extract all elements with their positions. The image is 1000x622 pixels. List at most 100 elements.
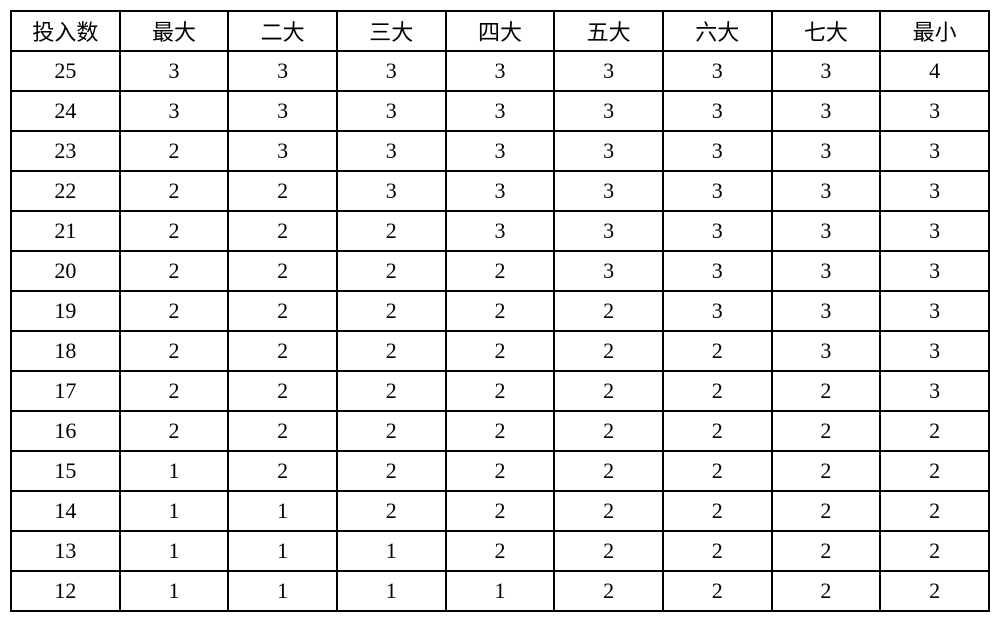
table-cell: 3 xyxy=(772,211,881,251)
table-cell: 3 xyxy=(446,91,555,131)
header-cell: 最大 xyxy=(120,11,229,51)
table-cell: 2 xyxy=(337,491,446,531)
table-row: 1622222222 xyxy=(11,411,989,451)
table-cell: 1 xyxy=(228,491,337,531)
table-cell: 3 xyxy=(663,171,772,211)
table-cell: 2 xyxy=(446,371,555,411)
table-cell: 2 xyxy=(337,251,446,291)
table-cell: 2 xyxy=(120,371,229,411)
table-row: 2533333334 xyxy=(11,51,989,91)
table-cell: 3 xyxy=(880,211,989,251)
table-cell: 2 xyxy=(880,571,989,611)
table-cell: 17 xyxy=(11,371,120,411)
table-cell: 3 xyxy=(880,171,989,211)
table-cell: 3 xyxy=(554,171,663,211)
table-cell: 3 xyxy=(337,131,446,171)
table-cell: 3 xyxy=(663,51,772,91)
table-cell: 2 xyxy=(663,331,772,371)
header-row: 投入数 最大 二大 三大 四大 五大 六大 七大 最小 xyxy=(11,11,989,51)
table-cell: 2 xyxy=(663,491,772,531)
table-body: 2533333334243333333323233333332222333333… xyxy=(11,51,989,611)
table-cell: 2 xyxy=(337,291,446,331)
table-cell: 2 xyxy=(228,371,337,411)
table-cell: 21 xyxy=(11,211,120,251)
table-cell: 2 xyxy=(772,451,881,491)
table-cell: 2 xyxy=(663,571,772,611)
table-cell: 2 xyxy=(663,531,772,571)
table-cell: 1 xyxy=(120,491,229,531)
table-cell: 3 xyxy=(772,91,881,131)
table-cell: 2 xyxy=(337,451,446,491)
table-cell: 23 xyxy=(11,131,120,171)
table-cell: 2 xyxy=(446,251,555,291)
table-cell: 2 xyxy=(337,331,446,371)
table-cell: 3 xyxy=(446,131,555,171)
table-cell: 3 xyxy=(880,291,989,331)
table-row: 1211112222 xyxy=(11,571,989,611)
table-cell: 20 xyxy=(11,251,120,291)
table-cell: 3 xyxy=(772,291,881,331)
table-cell: 2 xyxy=(554,291,663,331)
table-cell: 3 xyxy=(880,331,989,371)
table-row: 2122233333 xyxy=(11,211,989,251)
table-cell: 1 xyxy=(228,571,337,611)
table-cell: 2 xyxy=(228,251,337,291)
table-cell: 2 xyxy=(446,291,555,331)
table-cell: 2 xyxy=(772,371,881,411)
table-cell: 2 xyxy=(228,211,337,251)
table-cell: 3 xyxy=(772,331,881,371)
table-cell: 1 xyxy=(337,571,446,611)
table-cell: 2 xyxy=(120,171,229,211)
table-cell: 12 xyxy=(11,571,120,611)
table-cell: 2 xyxy=(554,331,663,371)
table-cell: 22 xyxy=(11,171,120,211)
table-row: 2433333333 xyxy=(11,91,989,131)
table-row: 1922222333 xyxy=(11,291,989,331)
table-cell: 13 xyxy=(11,531,120,571)
table-row: 1411222222 xyxy=(11,491,989,531)
table-cell: 2 xyxy=(554,491,663,531)
table-cell: 3 xyxy=(120,51,229,91)
table-cell: 3 xyxy=(228,131,337,171)
table-cell: 3 xyxy=(554,251,663,291)
table-cell: 3 xyxy=(880,91,989,131)
table-cell: 2 xyxy=(772,571,881,611)
table-cell: 2 xyxy=(663,371,772,411)
table-cell: 2 xyxy=(446,491,555,531)
table-cell: 3 xyxy=(880,131,989,171)
table-cell: 1 xyxy=(446,571,555,611)
table-cell: 2 xyxy=(446,331,555,371)
table-cell: 14 xyxy=(11,491,120,531)
table-cell: 1 xyxy=(120,531,229,571)
table-cell: 2 xyxy=(228,451,337,491)
header-cell: 最小 xyxy=(880,11,989,51)
table-cell: 2 xyxy=(337,411,446,451)
table-cell: 3 xyxy=(772,131,881,171)
table-cell: 2 xyxy=(880,451,989,491)
table-cell: 2 xyxy=(554,411,663,451)
table-cell: 2 xyxy=(120,251,229,291)
header-cell: 六大 xyxy=(663,11,772,51)
table-cell: 2 xyxy=(554,371,663,411)
table-cell: 3 xyxy=(554,211,663,251)
table-cell: 1 xyxy=(120,451,229,491)
table-row: 1722222223 xyxy=(11,371,989,411)
header-cell: 七大 xyxy=(772,11,881,51)
header-cell: 二大 xyxy=(228,11,337,51)
table-cell: 3 xyxy=(554,51,663,91)
table-cell: 1 xyxy=(120,571,229,611)
table-cell: 15 xyxy=(11,451,120,491)
table-cell: 2 xyxy=(880,531,989,571)
table-cell: 3 xyxy=(772,251,881,291)
table-cell: 2 xyxy=(120,411,229,451)
table-cell: 16 xyxy=(11,411,120,451)
table-cell: 3 xyxy=(663,251,772,291)
table-cell: 4 xyxy=(880,51,989,91)
table-cell: 2 xyxy=(120,211,229,251)
table-cell: 3 xyxy=(554,91,663,131)
table-cell: 2 xyxy=(880,411,989,451)
table-cell: 3 xyxy=(880,371,989,411)
table-cell: 2 xyxy=(337,371,446,411)
table-cell: 3 xyxy=(663,91,772,131)
header-cell: 五大 xyxy=(554,11,663,51)
